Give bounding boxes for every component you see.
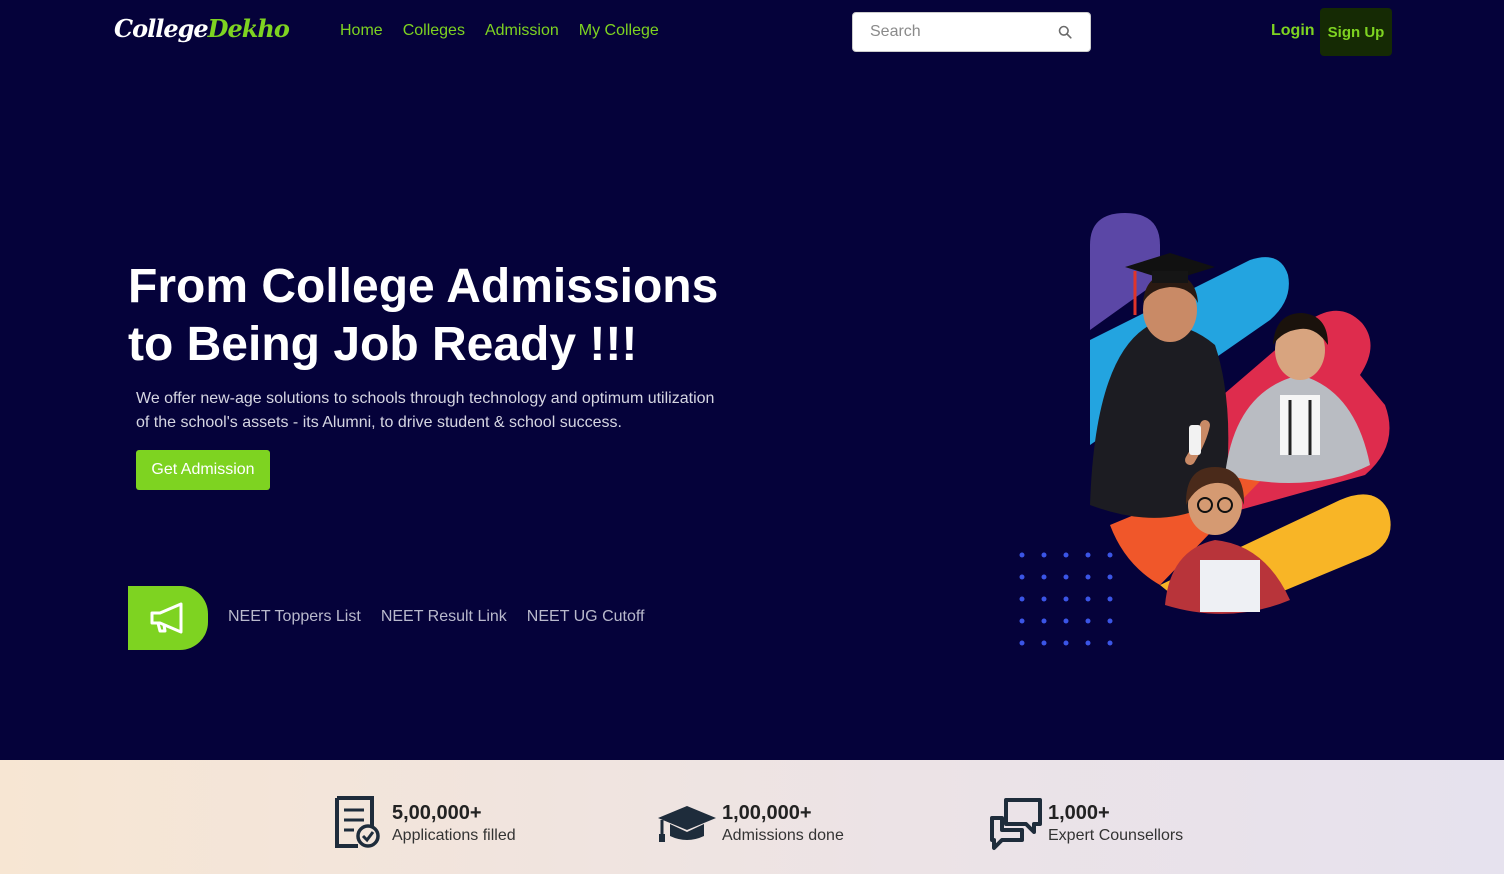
search-box bbox=[852, 12, 1091, 52]
login-link[interactable]: Login bbox=[1271, 22, 1315, 40]
application-form-icon bbox=[335, 796, 380, 848]
stat-value: 1,00,000+ bbox=[722, 802, 812, 824]
stat-admissions: 1,00,000+ Admissions done bbox=[656, 796, 844, 852]
megaphone-icon bbox=[150, 602, 183, 634]
link-neet-result[interactable]: NEET Result Link bbox=[381, 608, 507, 626]
nav-home[interactable]: Home bbox=[340, 22, 383, 40]
get-admission-button[interactable]: Get Admission bbox=[136, 450, 270, 490]
search-icon[interactable] bbox=[1058, 25, 1072, 39]
nav-admission[interactable]: Admission bbox=[485, 22, 559, 40]
stat-label: Expert Counsellors bbox=[1048, 827, 1184, 844]
hero-title-line1: From College Admissions bbox=[128, 260, 719, 313]
hero-description: We offer new-age solutions to schools th… bbox=[136, 390, 715, 431]
hero-title: From College Admissions to Being Job Rea… bbox=[128, 258, 748, 374]
stat-label: Applications filled bbox=[392, 827, 516, 844]
stat-label: Admissions done bbox=[722, 827, 844, 844]
dot-grid bbox=[1019, 552, 1113, 646]
nav-colleges[interactable]: Colleges bbox=[403, 22, 465, 40]
graduation-cap-icon bbox=[658, 806, 716, 842]
chat-bubbles-icon bbox=[990, 798, 1042, 850]
link-neet-toppers[interactable]: NEET Toppers List bbox=[228, 608, 361, 626]
search-input[interactable] bbox=[853, 13, 1053, 51]
hero-title-line2: to Being Job Ready !!! bbox=[128, 318, 638, 371]
signup-button[interactable]: Sign Up bbox=[1320, 8, 1392, 56]
logo-text-dekho: Dekho bbox=[207, 14, 290, 43]
logo[interactable]: CollegeDekho bbox=[114, 14, 290, 43]
logo-text-college: College bbox=[114, 14, 209, 43]
hero-illustration bbox=[1019, 213, 1391, 646]
quick-links: NEET Toppers List NEET Result Link NEET … bbox=[228, 608, 644, 626]
announcement-badge bbox=[128, 586, 208, 650]
stat-value: 1,000+ bbox=[1048, 802, 1110, 824]
link-neet-cutoff[interactable]: NEET UG Cutoff bbox=[527, 608, 645, 626]
stats-bar: 5,00,000+ Applications filled 1,00,000+ … bbox=[0, 760, 1504, 874]
nav-my-college[interactable]: My College bbox=[579, 22, 659, 40]
main-nav: Home Colleges Admission My College bbox=[340, 22, 659, 40]
stat-counsellors: 1,000+ Expert Counsellors bbox=[988, 796, 1183, 852]
stat-applications: 5,00,000+ Applications filled bbox=[332, 796, 516, 852]
stat-value: 5,00,000+ bbox=[392, 802, 482, 824]
navbar: CollegeDekho Home Colleges Admission My … bbox=[0, 0, 1504, 66]
